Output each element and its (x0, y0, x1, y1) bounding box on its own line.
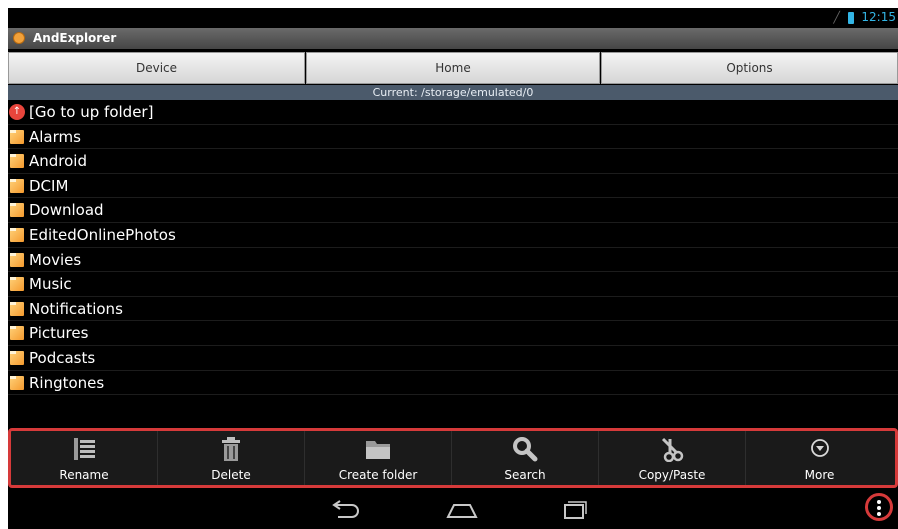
file-name: Ringtones (29, 373, 105, 392)
scissors-icon (661, 437, 684, 462)
list-item[interactable]: Pictures (8, 321, 898, 346)
battery-icon (848, 12, 854, 24)
system-nav-bar (8, 491, 898, 529)
device-screen: ╱ 12:15 AndExplorer Device Home Options … (8, 8, 898, 529)
folder-icon (10, 129, 24, 144)
file-name: Movies (29, 250, 82, 269)
status-clock: 12:15 (861, 10, 896, 24)
folder-icon (10, 375, 24, 390)
file-name: Alarms (29, 127, 81, 146)
rename-label: Rename (59, 468, 109, 482)
list-item[interactable]: Ringtones (8, 371, 898, 396)
file-name: Notifications (29, 299, 123, 318)
signal-icon: ╱ (833, 11, 840, 24)
list-item[interactable]: Movies (8, 248, 898, 273)
home-button[interactable]: Home (306, 52, 600, 84)
folder-icon (366, 441, 390, 459)
folder-icon (10, 350, 24, 365)
up-folder-icon: ↑ (9, 104, 25, 120)
list-item[interactable]: EditedOnlinePhotos (8, 223, 898, 248)
file-name: DCIM (29, 176, 69, 195)
file-name: Android (29, 152, 87, 171)
back-icon[interactable] (326, 497, 366, 523)
list-item[interactable]: Alarms (8, 125, 898, 150)
list-item[interactable]: Android (8, 149, 898, 174)
file-name: Music (29, 275, 72, 294)
search-icon (513, 437, 538, 462)
file-name: Download (29, 201, 104, 220)
device-button[interactable]: Device (8, 52, 305, 84)
file-name: Podcasts (29, 348, 96, 367)
delete-button[interactable]: Delete (158, 431, 305, 485)
current-path: Current: /storage/emulated/0 (8, 85, 898, 100)
title-bar: AndExplorer (8, 28, 898, 49)
file-name: [Go to up folder] (29, 103, 154, 121)
chevron-down-icon (810, 439, 829, 457)
folder-icon (10, 178, 24, 193)
create-folder-button[interactable]: Create folder (305, 431, 452, 485)
folder-icon (10, 154, 24, 169)
list-item[interactable]: Podcasts (8, 346, 898, 371)
app-icon (13, 32, 25, 44)
recent-apps-icon[interactable] (554, 497, 594, 523)
more-label: More (804, 468, 835, 482)
folder-icon (10, 227, 24, 242)
file-list: ↑ [Go to up folder] Alarms Android DCIM … (8, 100, 898, 420)
file-name: Pictures (29, 324, 89, 343)
list-item[interactable]: Notifications (8, 297, 898, 322)
rename-button[interactable]: Rename (11, 431, 158, 485)
list-item[interactable]: DCIM (8, 174, 898, 199)
list-item-up-folder[interactable]: ↑ [Go to up folder] (8, 100, 898, 125)
top-button-bar: Device Home Options (8, 52, 898, 84)
home-icon[interactable] (442, 497, 482, 523)
folder-icon (10, 277, 24, 292)
copy-paste-label: Copy/Paste (638, 468, 706, 482)
folder-icon (10, 203, 24, 218)
options-button[interactable]: Options (601, 52, 898, 84)
list-item[interactable]: Music (8, 272, 898, 297)
delete-label: Delete (211, 468, 251, 482)
list-item[interactable]: Download (8, 198, 898, 223)
create-folder-label: Create folder (338, 468, 418, 482)
file-name: EditedOnlinePhotos (29, 225, 176, 244)
overflow-menu-icon[interactable] (865, 493, 893, 521)
folder-icon (10, 252, 24, 267)
folder-icon (10, 326, 24, 341)
copy-paste-button[interactable]: Copy/Paste (599, 431, 746, 485)
action-toolbar: Rename Delete Create folder Search Copy/… (8, 428, 898, 488)
status-bar: ╱ 12:15 (8, 8, 898, 28)
app-title: AndExplorer (33, 31, 117, 45)
search-button[interactable]: Search (452, 431, 599, 485)
folder-icon (10, 301, 24, 316)
rename-icon (74, 438, 95, 460)
more-button[interactable]: More (746, 431, 893, 485)
search-label: Search (504, 468, 546, 482)
trash-icon (222, 437, 240, 461)
